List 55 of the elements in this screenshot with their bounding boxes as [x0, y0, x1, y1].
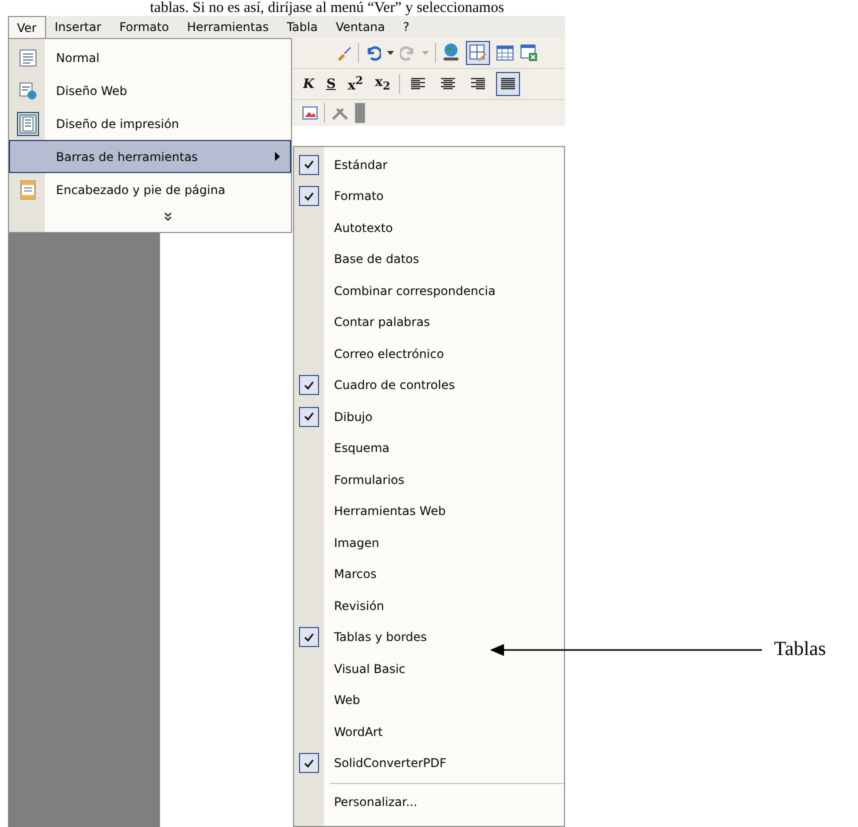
table-pencil-button[interactable]	[466, 41, 490, 65]
menu-item[interactable]: Ver	[8, 16, 46, 38]
menu-item[interactable]: Diseño de impresión	[9, 107, 291, 140]
menu-item[interactable]: Encabezado y pie de página	[9, 173, 291, 206]
format-button[interactable]: S	[323, 76, 339, 92]
page-lines-icon	[19, 48, 37, 66]
submenu-arrow-icon	[275, 152, 280, 161]
document-text: tablas. Si no es así, diríjase al menú “Ver” y seleccionamos	[149, 0, 506, 16]
menu-item[interactable]: WordArt	[294, 716, 564, 748]
menu-item[interactable]: Formato	[110, 16, 178, 38]
menu-item[interactable]: Contar palabras	[294, 306, 564, 338]
menu-item[interactable]: Visual Basic	[294, 653, 564, 684]
menu-item[interactable]: Esquema	[294, 432, 564, 464]
menu-item[interactable]: Cuadro de controles	[294, 370, 564, 401]
page-layout-icon	[19, 114, 37, 134]
menu-item[interactable]: Personalizar...	[294, 786, 564, 818]
caret-icon[interactable]	[387, 51, 394, 55]
toolbar-handle-icon	[355, 103, 365, 123]
menu-item[interactable]: Revisión	[294, 590, 564, 622]
format-button[interactable]: x$_{2}$	[372, 75, 394, 93]
menu-item[interactable]: Dibujo	[294, 401, 564, 432]
menu-item[interactable]: Formato	[294, 180, 564, 212]
menu-item[interactable]: Barras de herramientas	[9, 140, 291, 173]
menu-item[interactable]: Estándar	[294, 149, 564, 180]
menu-item[interactable]: Tablas y bordes	[294, 622, 564, 653]
menu-item[interactable]: Base de datos	[294, 244, 564, 275]
expand-chevron-icon[interactable]	[163, 212, 173, 222]
menu-item[interactable]: Formularios	[294, 464, 564, 496]
undo-icon[interactable]	[365, 45, 381, 61]
menu-item[interactable]: Diseño Web	[9, 74, 291, 107]
table-icon[interactable]	[496, 45, 514, 61]
menu-item[interactable]: SolidConverterPDF	[294, 748, 564, 779]
annotation-label: Tablas	[774, 638, 826, 661]
menu-item[interactable]: Herramientas	[178, 16, 278, 38]
menu-item[interactable]: Ventana	[326, 16, 394, 38]
menu-item[interactable]: Correo electrónico	[294, 338, 564, 370]
menu-item[interactable]: Web	[294, 684, 564, 716]
menu-item[interactable]: Herramientas Web	[294, 496, 564, 527]
brush-icon[interactable]	[336, 45, 352, 61]
menu-item[interactable]: Insertar	[46, 16, 110, 38]
menu-item[interactable]: Imagen	[294, 527, 564, 558]
menu-item[interactable]: Normal	[9, 41, 291, 74]
justify-icon[interactable]	[496, 72, 520, 96]
menu-item[interactable]: Autotexto	[294, 212, 564, 244]
menu-item[interactable]: Combinar correspondencia	[294, 275, 564, 306]
menu-item[interactable]: Tabla	[278, 16, 327, 38]
menu-item[interactable]: Marcos	[294, 558, 564, 590]
page-globe-icon	[19, 82, 37, 100]
format-button[interactable]: x$^{2}$	[344, 74, 366, 94]
spreadsheet-icon[interactable]	[520, 44, 538, 62]
format-button[interactable]: K	[300, 76, 318, 92]
picture-icon[interactable]	[302, 106, 318, 120]
menu-item[interactable]: ?	[394, 16, 418, 38]
globe-link-icon[interactable]	[442, 43, 460, 63]
page-header-icon	[20, 180, 36, 200]
